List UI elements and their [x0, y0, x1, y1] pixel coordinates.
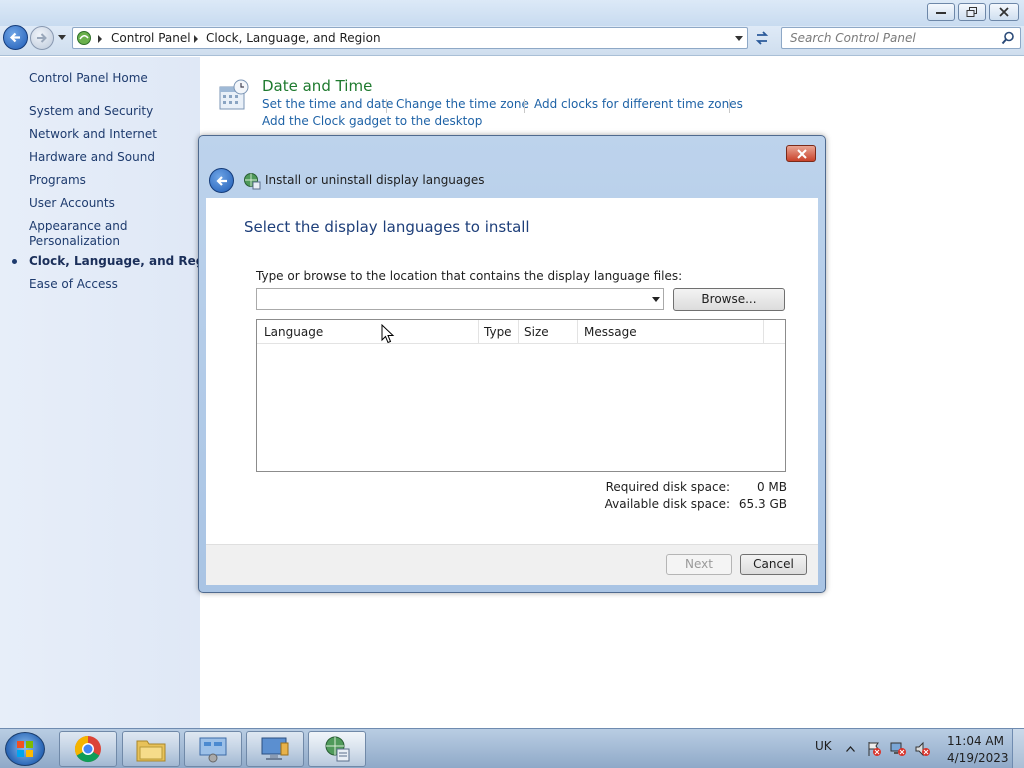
link-add-clocks[interactable]: Add clocks for different time zones	[534, 97, 743, 111]
sidebar-item-hardware-sound[interactable]: Hardware and Sound	[29, 150, 155, 165]
minimize-button[interactable]	[927, 3, 955, 21]
sidebar-item-ease-of-access[interactable]: Ease of Access	[29, 277, 118, 292]
back-arrow-icon	[9, 32, 20, 43]
close-window-button[interactable]	[989, 3, 1019, 21]
link-divider	[386, 99, 387, 113]
breadcrumb-control-panel[interactable]: Control Panel	[111, 31, 191, 45]
link-set-time-date[interactable]: Set the time and date	[262, 97, 393, 111]
cancel-button[interactable]: Cancel	[740, 554, 807, 575]
clock-date[interactable]: 4/19/2023	[947, 751, 1009, 765]
sidebar-item-system-security[interactable]: System and Security	[29, 104, 153, 119]
clock-time[interactable]: 11:04 AM	[947, 734, 1004, 748]
taskbar: UK 11:04 AM 4/19/2023	[0, 728, 1024, 768]
breadcrumb-separator	[98, 35, 102, 43]
close-icon	[797, 149, 807, 159]
taskbar-language-setup-button[interactable]	[308, 731, 366, 767]
available-disk-value: 65.3 GB	[738, 497, 787, 511]
search-icon[interactable]	[1001, 31, 1015, 45]
network-status-icon[interactable]	[890, 741, 906, 757]
link-add-clock-gadget[interactable]: Add the Clock gadget to the desktop	[262, 114, 482, 128]
window-titlebar	[0, 0, 1024, 26]
recent-pages-dropdown[interactable]	[58, 35, 66, 40]
column-message[interactable]: Message	[584, 325, 637, 339]
install-languages-dialog: Install or uninstall display languages S…	[198, 135, 826, 593]
restore-icon	[966, 7, 977, 17]
breadcrumb-clock-language-region[interactable]: Clock, Language, and Region	[206, 31, 381, 45]
taskbar-control-panel-button[interactable]	[184, 731, 242, 767]
required-disk-label: Required disk space:	[605, 480, 730, 494]
required-disk-value: 0 MB	[756, 480, 787, 494]
sidebar-item-clock-language-region[interactable]: Clock, Language, and Region	[29, 254, 225, 269]
taskbar-system-button[interactable]	[246, 731, 304, 767]
language-list-header: Language Type Size Message	[257, 320, 785, 344]
available-disk-label: Available disk space:	[604, 497, 730, 511]
sidebar-item-control-panel-home[interactable]: Control Panel Home	[29, 71, 148, 86]
mouse-cursor-icon	[381, 324, 395, 344]
active-item-bullet	[12, 259, 17, 264]
column-language[interactable]: Language	[264, 325, 323, 339]
folder-icon	[136, 740, 166, 762]
close-icon	[999, 7, 1009, 17]
location-input[interactable]	[256, 288, 664, 310]
input-language-indicator[interactable]: UK	[815, 739, 832, 753]
sidebar-item-network-internet[interactable]: Network and Internet	[29, 127, 157, 142]
refresh-icon	[755, 31, 769, 45]
forward-button[interactable]	[30, 26, 54, 50]
dialog-back-button[interactable]	[209, 168, 234, 193]
link-divider	[524, 99, 525, 113]
location-dropdown-arrow[interactable]	[652, 297, 660, 302]
column-divider	[577, 320, 578, 344]
chrome-icon	[74, 735, 101, 763]
dialog-close-button[interactable]	[786, 145, 816, 162]
column-divider	[478, 320, 479, 344]
search-placeholder: Search Control Panel	[790, 31, 916, 45]
back-button[interactable]	[3, 25, 28, 50]
link-divider	[729, 99, 730, 113]
browse-button[interactable]: Browse...	[673, 288, 785, 311]
sidebar-item-appearance-line2[interactable]: Personalization	[29, 234, 120, 249]
column-type[interactable]: Type	[484, 325, 512, 339]
dialog-body: Select the display languages to install …	[206, 198, 818, 585]
start-button[interactable]	[5, 732, 45, 766]
show-hidden-icons-icon[interactable]	[846, 746, 855, 752]
dialog-title: Install or uninstall display languages	[265, 173, 485, 187]
control-panel-icon	[77, 31, 91, 45]
computer-icon	[261, 737, 289, 760]
language-list[interactable]: Language Type Size Message	[256, 319, 786, 472]
restore-button[interactable]	[958, 3, 986, 21]
refresh-button[interactable]	[751, 27, 773, 49]
next-button[interactable]: Next	[666, 554, 732, 575]
taskbar-chrome-button[interactable]	[59, 731, 117, 767]
back-arrow-icon	[216, 176, 227, 186]
sidebar-item-programs[interactable]: Programs	[29, 173, 86, 188]
address-dropdown[interactable]	[735, 36, 743, 41]
address-bar[interactable]: Control Panel Clock, Language, and Regio…	[72, 27, 748, 49]
search-input[interactable]: Search Control Panel	[781, 27, 1021, 49]
forward-arrow-icon	[37, 33, 47, 43]
globe-icon	[325, 736, 350, 762]
category-title-date-time[interactable]: Date and Time	[262, 77, 372, 95]
sidebar-item-appearance-line1[interactable]: Appearance and	[29, 219, 127, 234]
column-divider	[763, 320, 764, 344]
minimize-icon	[936, 12, 946, 14]
sidebar: Control Panel Home System and Security N…	[0, 57, 225, 728]
column-size[interactable]: Size	[524, 325, 549, 339]
volume-muted-icon[interactable]	[914, 741, 930, 757]
globe-icon	[244, 173, 261, 190]
column-divider	[518, 320, 519, 344]
dialog-footer: Next Cancel	[206, 544, 818, 585]
clock-calendar-icon	[219, 79, 249, 110]
windows-logo-icon	[17, 741, 33, 757]
show-desktop-button[interactable]	[1012, 729, 1024, 768]
action-center-flag-icon[interactable]	[866, 741, 882, 757]
sidebar-item-user-accounts[interactable]: User Accounts	[29, 196, 115, 211]
taskbar-explorer-button[interactable]	[122, 731, 180, 767]
link-change-time-zone[interactable]: Change the time zone	[396, 97, 529, 111]
breadcrumb-separator	[194, 35, 198, 43]
network-icon	[199, 737, 227, 763]
dialog-heading: Select the display languages to install	[244, 218, 530, 236]
location-prompt: Type or browse to the location that cont…	[256, 269, 683, 283]
